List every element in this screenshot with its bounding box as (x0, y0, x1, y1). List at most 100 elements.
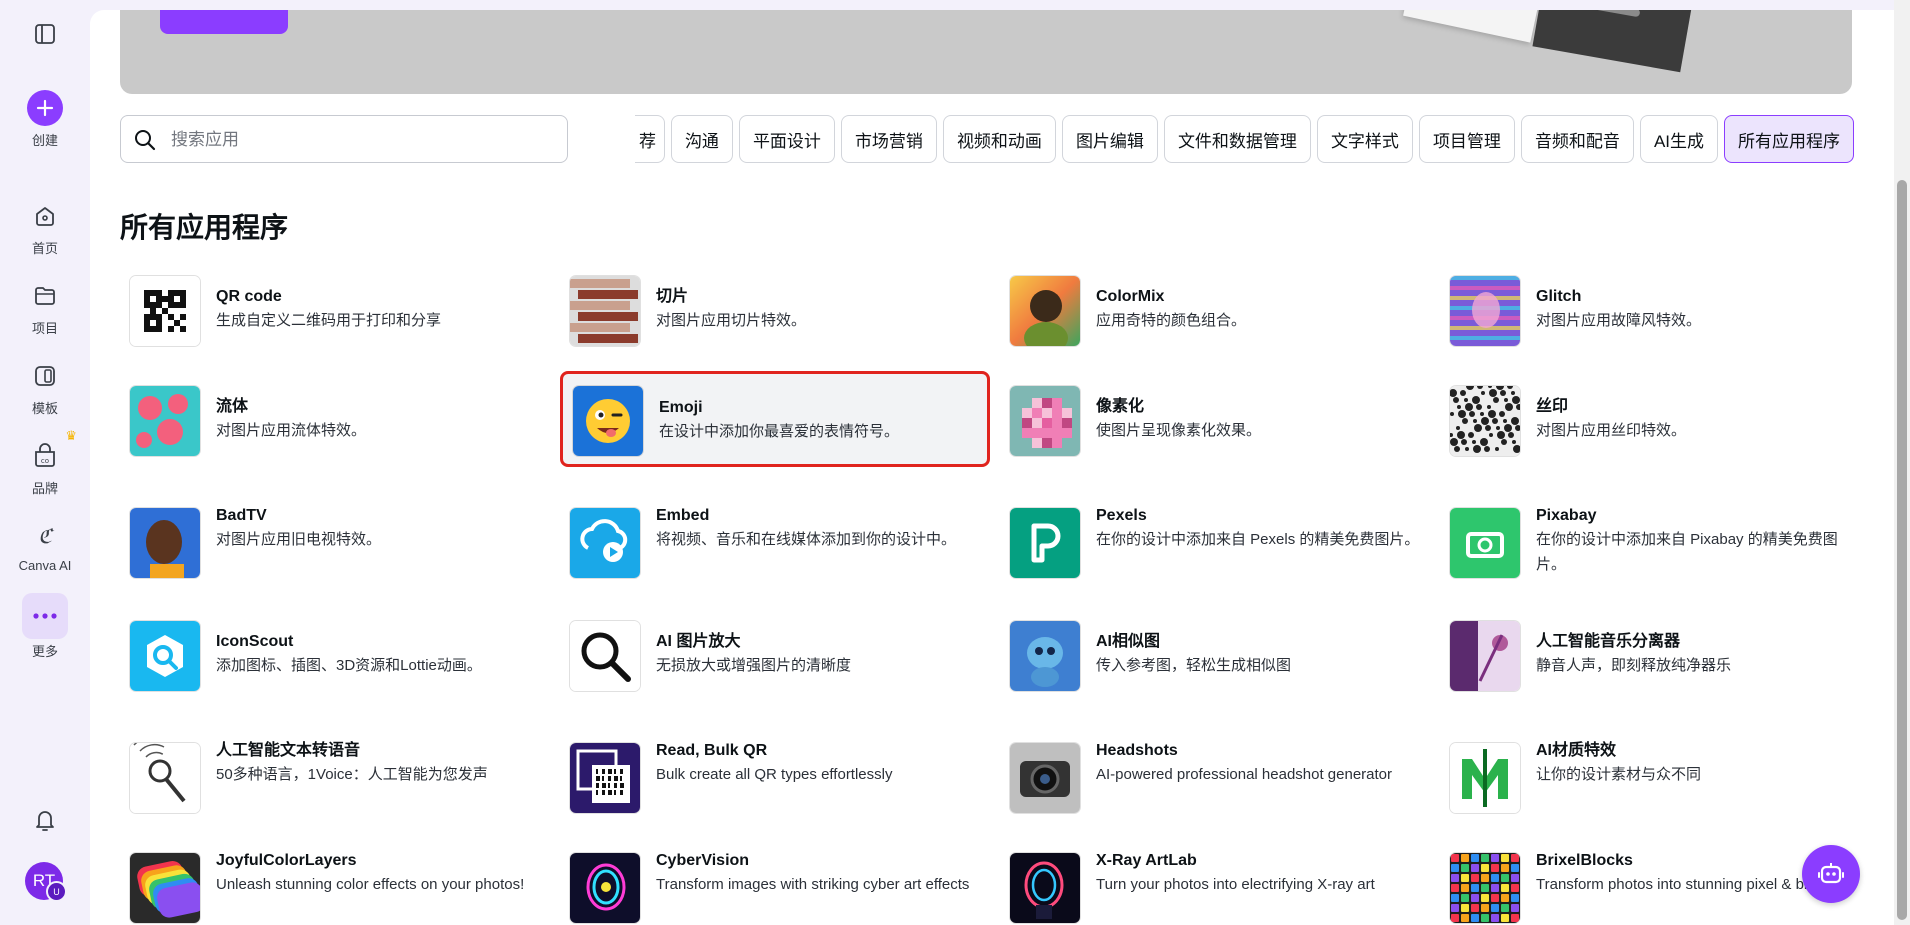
brand-icon: co ♛ (25, 428, 77, 476)
app-name: 人工智能文本转语音 (216, 742, 361, 759)
app-description: Transform images with striking cyber art… (656, 876, 970, 893)
category-chip[interactable]: 平面设计 (738, 115, 835, 163)
app-description: Turn your photos into electrifying X-ray… (1096, 876, 1375, 893)
app-name: 流体 (216, 397, 249, 415)
app-card[interactable]: 切片 对图片应用切片特效。 (560, 263, 990, 359)
search-icon (135, 130, 156, 151)
ai-similar-icon (1010, 621, 1080, 691)
app-name: AI相似图 (1096, 632, 1161, 650)
more-dots-icon (22, 593, 68, 639)
search-input[interactable] (169, 126, 553, 154)
app-card[interactable]: 人工智能音乐分离器 静音人声，即刻释放纯净器乐 (1440, 608, 1870, 704)
search-box[interactable] (120, 115, 568, 163)
app-description: 对图片应用流体特效。 (216, 421, 367, 439)
notifications-button[interactable] (0, 800, 90, 840)
app-name: AI 图片放大 (656, 632, 741, 650)
home-label: 首页 (31, 241, 58, 256)
avatar[interactable]: RT U (25, 862, 67, 902)
app-card[interactable]: 流体对图片应用流体特效。 (120, 373, 550, 469)
nav-brand[interactable]: co ♛ 品牌 (0, 428, 90, 497)
projects-label: 项目 (31, 321, 58, 336)
category-chip[interactable]: 荐 (634, 115, 665, 163)
category-chip[interactable]: 图片编辑 (1061, 115, 1158, 163)
camera-icon (1010, 743, 1080, 813)
category-chip[interactable]: 文件和数据管理 (1163, 115, 1311, 163)
nav-more[interactable]: 更多 (0, 593, 90, 660)
pixelate-icon (1010, 386, 1080, 456)
iconscout-icon (130, 621, 200, 691)
category-chip[interactable]: 市场营销 (840, 115, 937, 163)
xray-icon (1010, 853, 1080, 923)
ai-texture-icon (1450, 743, 1520, 813)
folder-icon (25, 276, 65, 316)
embed-icon (570, 508, 640, 578)
app-description: 在你的设计中添加来自 Pixabay 的精美免费图片。 (1536, 531, 1838, 573)
app-name: Pixabay (1536, 507, 1597, 524)
hero-banner (120, 10, 1852, 94)
app-description: 50多种语言，1Voice：人工智能为您发声 (216, 766, 488, 783)
app-card[interactable]: AI 图片放大 无损放大或增强图片的清晰度 (560, 608, 990, 704)
app-description: 使图片呈现像素化效果。 (1096, 421, 1262, 439)
apps-panel: 荐沟通平面设计市场营销视频和动画图片编辑文件和数据管理文字样式项目管理音频和配音… (90, 10, 1894, 925)
hero-cta-button[interactable] (160, 10, 288, 34)
app-card[interactable]: Headshots AI-powered professional headsho… (1000, 718, 1430, 838)
app-card[interactable]: 丝印 对图片应用丝印特效。 (1440, 373, 1870, 469)
app-card[interactable]: AI相似图传入参考图，轻松生成相似图 (1000, 608, 1430, 704)
category-chip[interactable]: 所有应用程序 (1724, 115, 1854, 163)
brixel-icon (1450, 853, 1520, 923)
app-name: IconScout (216, 632, 294, 650)
app-card[interactable]: Emoji 在设计中添加你最喜爱的表情符号。 (560, 371, 990, 467)
create-button[interactable]: 创建 (0, 88, 90, 149)
robot-icon (1818, 863, 1844, 884)
app-card[interactable]: Pixabay 在你的设计中添加来自 Pixabay 的精美免费图片。 (1440, 483, 1870, 603)
app-card[interactable]: Embed 将视频、音乐和在线媒体添加到你的设计中。 (560, 483, 990, 603)
app-card[interactable]: JoyfulColorLayers Unleash stunning color … (120, 828, 550, 925)
app-card[interactable]: 像素化使图片呈现像素化效果。 (1000, 373, 1430, 469)
magnifier-icon (570, 621, 640, 691)
app-name: Headshots (1096, 742, 1178, 759)
scrollbar-thumb[interactable] (1897, 180, 1907, 920)
app-grid: QR code 生成自定义二维码用于打印和分享 切片 对图片应用切片特效。 ColorM… (120, 263, 1880, 925)
app-description: Unleash stunning color effects on your p… (216, 876, 525, 893)
app-card[interactable]: ColorMix 应用奇特的颜色组合。 (1000, 263, 1430, 359)
category-chip[interactable]: 项目管理 (1418, 115, 1515, 163)
microphone-icon (130, 743, 200, 813)
app-card[interactable]: Read, Bulk QR Bulk create all QR types ef… (560, 718, 990, 838)
app-description: 在你的设计中添加来自 Pexels 的精美免费图片。 (1096, 531, 1420, 548)
category-chip[interactable]: 文字样式 (1316, 115, 1413, 163)
home-icon (25, 196, 65, 236)
assistant-button[interactable] (1802, 845, 1860, 903)
category-chips: 荐沟通 平面设计 市场营销 视频和动画 图片编辑 文件和数据管理 文字样式 项目管理 音频和配音… (600, 115, 1854, 163)
category-chip[interactable]: AI生成 (1639, 115, 1718, 163)
section-title: 所有应用程序 (120, 212, 289, 243)
toggle-sidebar-button[interactable] (0, 14, 90, 54)
app-card[interactable]: BadTV 对图片应用旧电视特效。 (120, 483, 550, 603)
category-chip[interactable]: 音频和配音 (1520, 115, 1634, 163)
app-card[interactable]: Pexels 在你的设计中添加来自 Pexels 的精美免费图片。 (1000, 483, 1430, 603)
nav-canva-ai[interactable]: ℭ Canva AI (0, 516, 90, 573)
app-name: CyberVision (656, 852, 750, 869)
app-card[interactable]: IconScout 添加图标、插图、3D资源和Lottie动画。 (120, 608, 550, 704)
app-card[interactable]: 人工智能文本转语音 50多种语言，1Voice：人工智能为您发声 (120, 718, 550, 838)
create-label: 创建 (31, 133, 58, 148)
nav-home[interactable]: 首页 (0, 196, 90, 257)
brand-label: 品牌 (31, 481, 58, 496)
nav-templates[interactable]: 模板 (0, 356, 90, 417)
category-chip[interactable]: 沟通 (670, 115, 733, 163)
bell-icon (25, 800, 65, 840)
sidebar-toggle-icon (25, 14, 65, 54)
nav-projects[interactable]: 项目 (0, 276, 90, 337)
app-card[interactable]: QR code 生成自定义二维码用于打印和分享 (120, 263, 550, 359)
app-card[interactable]: AI材质特效 让你的设计素材与众不同 (1440, 718, 1870, 838)
category-chip[interactable]: 视频和动画 (942, 115, 1056, 163)
template-icon (25, 356, 65, 396)
app-description: 对图片应用旧电视特效。 (216, 531, 382, 548)
app-description: 传入参考图，轻松生成相似图 (1096, 656, 1292, 674)
app-name: 像素化 (1096, 397, 1145, 415)
app-name: BadTV (216, 507, 267, 524)
app-card[interactable]: CyberVision Transform images with strikin… (560, 828, 990, 925)
glitch-icon (1450, 276, 1520, 346)
cybervision-icon (570, 853, 640, 923)
app-card[interactable]: X-Ray ArtLab Turn your photos into electr… (1000, 828, 1430, 925)
app-card[interactable]: Glitch 对图片应用故障风特效。 (1440, 263, 1870, 359)
